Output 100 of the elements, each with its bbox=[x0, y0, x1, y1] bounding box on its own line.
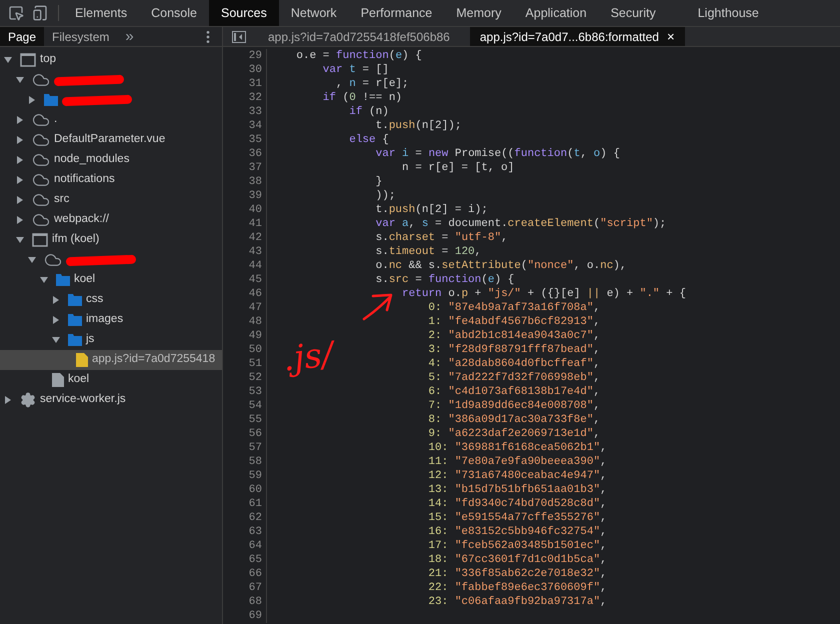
expanded-arrow-icon[interactable] bbox=[28, 256, 36, 264]
device-toggle-icon[interactable] bbox=[32, 5, 48, 21]
code-line: else { bbox=[348, 133, 389, 147]
code-line: s.charset = "utf-8", bbox=[374, 231, 508, 245]
line-number: 50 bbox=[223, 343, 267, 357]
file-tab[interactable]: app.js?id=7a0d7255418fef506b86 bbox=[258, 27, 460, 46]
collapsed-arrow-icon[interactable] bbox=[52, 296, 60, 304]
expanded-arrow-icon[interactable] bbox=[4, 56, 12, 64]
line-number: 53 bbox=[223, 385, 267, 399]
panel-tab[interactable]: Memory bbox=[444, 0, 514, 26]
panel-tab[interactable]: Lighthouse bbox=[686, 0, 771, 26]
tree-item-label: ifm (koel) bbox=[52, 232, 100, 248]
navigator-tab[interactable]: Filesystem bbox=[44, 27, 118, 46]
code-line: 21: "336f85ab62c2e7018e32", bbox=[427, 567, 607, 581]
file-tab[interactable]: app.js?id=7a0d7...6b86:formatted × bbox=[470, 27, 685, 46]
collapsed-arrow-icon[interactable] bbox=[52, 316, 60, 324]
code-line: )); bbox=[374, 189, 396, 203]
tree-item[interactable]: top bbox=[0, 50, 222, 70]
line-number: 65 bbox=[223, 553, 267, 567]
line-number: 39 bbox=[223, 189, 267, 203]
line-number: 31 bbox=[223, 77, 267, 91]
navigator-tab[interactable]: Page bbox=[0, 27, 44, 46]
cloud-icon bbox=[32, 151, 50, 169]
file-icon bbox=[76, 353, 88, 367]
tree-item[interactable]: webpack:// bbox=[0, 210, 222, 230]
code-line: var a, s = document.createElement("script"); bbox=[374, 217, 666, 231]
expanded-arrow-icon[interactable] bbox=[40, 276, 48, 284]
line-number: 61 bbox=[223, 497, 267, 511]
code-line: 1: "fe4abdf4567b6cf82913", bbox=[427, 315, 600, 329]
tree-item-label: top bbox=[40, 52, 56, 68]
tree-item-label: . bbox=[54, 112, 58, 128]
tree-item[interactable]: images bbox=[0, 310, 222, 330]
close-tab-button[interactable]: × bbox=[666, 26, 675, 46]
tree-item[interactable]: ifm (koel) bbox=[0, 230, 222, 250]
tree-item[interactable]: src bbox=[0, 190, 222, 210]
code-line: 11: "7e80a7e9fa90beeea390", bbox=[427, 455, 607, 469]
tree-item[interactable]: css bbox=[0, 290, 222, 310]
panel-tab[interactable]: Elements bbox=[63, 0, 140, 26]
code-line: 15: "e591554a77cffe355276", bbox=[427, 511, 607, 525]
code-line: 2: "abd2b1c814ea9043a0c7", bbox=[427, 329, 600, 343]
code-line: 9: "a6223daf2e2069713e1d", bbox=[427, 427, 600, 441]
cloud-icon bbox=[44, 251, 62, 269]
tree-item[interactable]: node_modules bbox=[0, 150, 222, 170]
folder-icon bbox=[68, 294, 82, 306]
collapsed-arrow-icon[interactable] bbox=[16, 116, 24, 124]
cloud-icon bbox=[32, 71, 50, 89]
tree-item[interactable]: js bbox=[0, 330, 222, 350]
more-tabs-button[interactable]: » bbox=[117, 27, 142, 46]
expanded-arrow-icon[interactable] bbox=[16, 236, 24, 244]
tree-item-label: src bbox=[54, 192, 70, 208]
folder-icon bbox=[68, 314, 82, 326]
panel-tab[interactable]: Application bbox=[513, 0, 599, 26]
handdrawn-arrow-icon bbox=[361, 292, 395, 322]
code-line: t.push(n[2] = i); bbox=[374, 203, 488, 217]
expanded-arrow-icon[interactable] bbox=[52, 336, 60, 344]
line-number: 54 bbox=[223, 399, 267, 413]
tree-item-label: js bbox=[86, 332, 94, 348]
code-line: if (n) bbox=[348, 105, 389, 119]
frame-icon bbox=[20, 53, 36, 67]
code-line: o.nc && s.setAttribute("nonce", o.nc), bbox=[374, 259, 626, 273]
sidebar-toggle-icon[interactable] bbox=[232, 30, 246, 42]
panel-tab[interactable]: Network bbox=[278, 0, 349, 26]
collapsed-arrow-icon[interactable] bbox=[28, 96, 36, 104]
line-number: 51 bbox=[223, 357, 267, 371]
inspect-icon[interactable] bbox=[8, 5, 24, 21]
panel-tab[interactable]: Console bbox=[139, 0, 209, 26]
line-number: 48 bbox=[223, 315, 267, 329]
collapsed-arrow-icon[interactable] bbox=[16, 196, 24, 204]
line-number: 58 bbox=[223, 455, 267, 469]
tree-item[interactable]: DefaultParameter.vue bbox=[0, 130, 222, 150]
line-number: 44 bbox=[223, 259, 267, 273]
code-line: 12: "731a67480ceabac4e947", bbox=[427, 469, 607, 483]
tree-item[interactable]: notifications bbox=[0, 170, 222, 190]
line-number: 41 bbox=[223, 217, 267, 231]
collapsed-arrow-icon[interactable] bbox=[16, 216, 24, 224]
panel-tab[interactable]: Performance bbox=[348, 0, 444, 26]
tree-item-label: koel bbox=[74, 272, 96, 288]
code-line: 22: "fabbef89e6ec3760609f", bbox=[427, 581, 607, 595]
tree-item[interactable]: . bbox=[0, 110, 222, 130]
code-line: 6: "c4d1073af68138b17e4d", bbox=[427, 385, 600, 399]
code-line: 18: "67cc3601f7d1c0d1b5ca", bbox=[427, 553, 607, 567]
tree-item-label: app.js?id=7a0d7255418 bbox=[92, 352, 216, 368]
collapsed-arrow-icon[interactable] bbox=[16, 136, 24, 144]
code-line: 23: "c06afaa9fb92ba97317a", bbox=[427, 595, 607, 609]
tree-item[interactable]: service-worker.js bbox=[0, 390, 222, 410]
collapsed-arrow-icon[interactable] bbox=[4, 396, 12, 404]
tree-item[interactable]: koel bbox=[0, 270, 222, 290]
collapsed-arrow-icon[interactable] bbox=[16, 156, 24, 164]
collapsed-arrow-icon[interactable] bbox=[16, 176, 24, 184]
code-line: o.e = function(e) { bbox=[295, 49, 422, 63]
panel-tab[interactable]: Sources bbox=[208, 0, 279, 26]
tree-item[interactable]: app.js?id=7a0d7255418 bbox=[0, 350, 222, 370]
line-number: 62 bbox=[223, 511, 267, 525]
tree-item[interactable]: koel bbox=[0, 370, 222, 390]
cloud-icon bbox=[32, 111, 50, 129]
tree-item-label: node_modules bbox=[54, 152, 130, 168]
file-tab-label: app.js?id=7a0d7255418fef506b86 bbox=[268, 28, 450, 46]
folder-icon bbox=[68, 334, 82, 346]
panel-tab[interactable]: Security bbox=[598, 0, 668, 26]
expanded-arrow-icon[interactable] bbox=[16, 76, 24, 84]
